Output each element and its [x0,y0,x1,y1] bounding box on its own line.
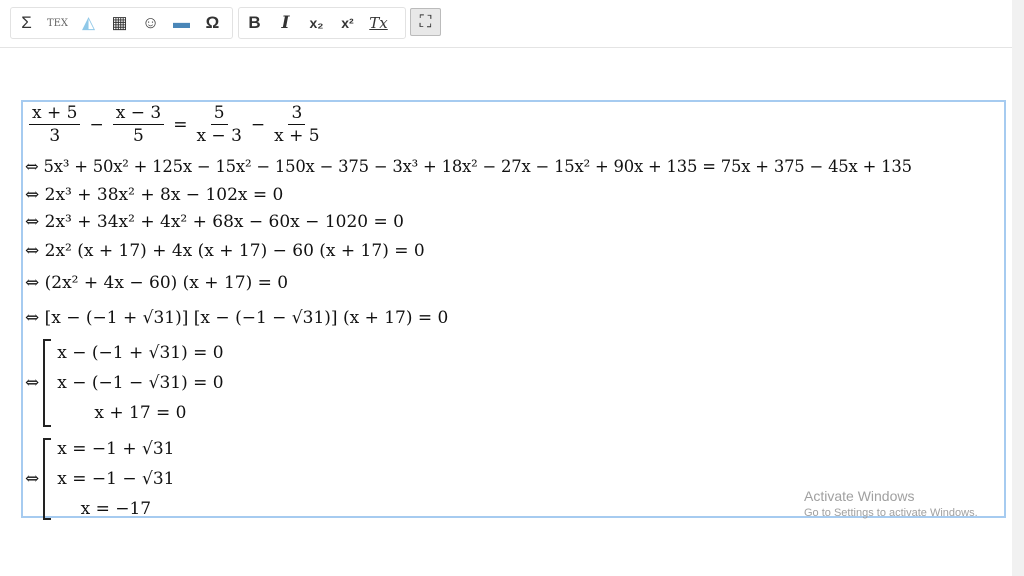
tex-icon[interactable]: TEX [42,9,73,37]
denominator: 5 [133,126,144,146]
equation-line-3: ⇔ 2x³ + 38x² + 8x − 102x = 0 [25,185,284,205]
toolbar-group-format: B I x₂ x² Tx [238,7,406,39]
table-icon[interactable]: ▦ [104,9,135,37]
case-line: x = −17 [80,499,152,519]
case-line: x − (−1 − √31) = 0 [57,373,224,393]
toolbar: Σ TEX ◭ ▦ ☺ ▬ Ω B I x₂ x² Tx ⛶ [0,0,1012,48]
cases: x = −1 + √31 x = −1 − √31 x = −17 [57,434,174,524]
operator: − [89,114,104,135]
equation-line-7: ⇔ [x − (−1 + √31)] [x − (−1 − √31)] (x +… [25,308,449,328]
numerator: 5 [210,102,228,125]
denominator: x + 5 [274,126,320,146]
fraction: x − 35 [112,102,165,147]
watermark-subtitle: Go to Settings to activate Windows. [804,507,978,519]
case-line: x − (−1 + √31) = 0 [57,343,224,363]
fraction: 3x + 5 [274,102,319,147]
equation-line-2: ⇔ 5x³ + 50x² + 125x − 15x² − 150x − 375 … [25,157,912,176]
bracket [43,339,52,427]
denominator: 3 [49,126,61,146]
case-line: x = −1 − √31 [57,469,175,489]
superscript-icon[interactable]: x² [332,9,363,37]
case-line: x + 17 = 0 [94,403,187,423]
equation-line-6: ⇔ (2x² + 4x − 60) (x + 17) = 0 [25,273,289,293]
numerator: x − 3 [112,102,165,125]
shape-icon[interactable]: ◭ [73,9,104,37]
fraction: 5x − 3 [196,102,241,147]
numerator: x + 5 [29,102,81,125]
equation-line-1: x + 53 − x − 35 = 5x − 3 − 3x + 5 [25,102,324,147]
equation-cases-2: ⇔ x = −1 + √31 x = −1 − √31 x = −17 [25,434,174,524]
math-editor[interactable]: x + 53 − x − 35 = 5x − 3 − 3x + 5 ⇔ 5x³ … [21,100,1006,520]
equation-line-4: ⇔ 2x³ + 34x² + 4x² + 68x − 60x − 1020 = … [25,212,404,232]
cases: x − (−1 + √31) = 0 x − (−1 − √31) = 0 x … [57,338,223,428]
numerator: 3 [288,102,306,125]
equation-cases-1: ⇔ x − (−1 + √31) = 0 x − (−1 − √31) = 0 … [25,338,224,428]
scrollbar[interactable] [1012,0,1024,576]
bold-icon[interactable]: B [239,9,270,37]
italic-icon[interactable]: I [270,9,301,37]
windows-activation-watermark: Activate Windows Go to Settings to activ… [804,488,978,519]
watermark-title: Activate Windows [804,488,915,504]
bracket [43,438,52,520]
operator: − [250,114,266,135]
subscript-icon[interactable]: x₂ [301,9,332,37]
image-icon[interactable]: ▬ [166,9,197,37]
maximize-icon[interactable]: ⛶ [410,8,441,36]
fraction: x + 53 [29,102,81,147]
equation-line-5: ⇔ 2x² (x + 17) + 4x (x + 17) − 60 (x + 1… [25,241,425,261]
equivalence-arrow: ⇔ [25,469,40,489]
operator: = [173,114,188,135]
case-line: x = −1 + √31 [57,439,175,459]
remove-format-icon[interactable]: Tx [363,9,394,37]
denominator: x − 3 [196,126,242,146]
omega-icon[interactable]: Ω [197,9,228,37]
smiley-icon[interactable]: ☺ [135,9,166,37]
equivalence-arrow: ⇔ [25,373,40,393]
toolbar-group-view: ⛶ [410,7,443,37]
sigma-icon[interactable]: Σ [11,9,42,37]
toolbar-group-insert: Σ TEX ◭ ▦ ☺ ▬ Ω [10,7,233,39]
